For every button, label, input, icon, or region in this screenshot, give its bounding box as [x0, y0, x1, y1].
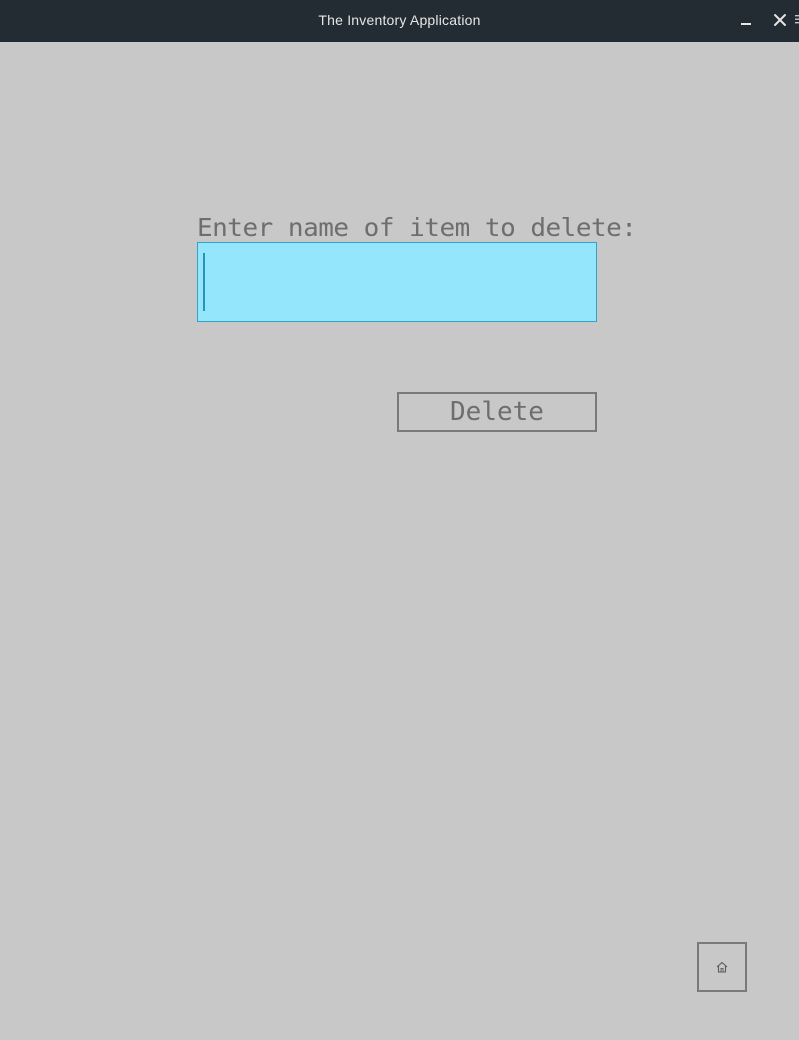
item-name-field[interactable]	[197, 242, 597, 322]
home-icon	[716, 961, 728, 973]
minimize-button[interactable]	[734, 8, 758, 32]
window-titlebar: The Inventory Application	[0, 0, 799, 42]
close-icon	[774, 14, 786, 26]
item-name-label: Enter name of item to delete:	[197, 214, 637, 243]
minimize-icon	[741, 23, 751, 25]
text-caret	[203, 253, 205, 311]
home-button[interactable]	[697, 942, 747, 992]
app-content: Enter name of item to delete: Delete	[0, 42, 799, 1040]
delete-button[interactable]: Delete	[397, 392, 597, 432]
close-button[interactable]	[768, 8, 792, 32]
item-name-input[interactable]	[198, 243, 596, 321]
window-title: The Inventory Application	[318, 12, 481, 28]
window-menu-edge-icon	[795, 15, 799, 24]
